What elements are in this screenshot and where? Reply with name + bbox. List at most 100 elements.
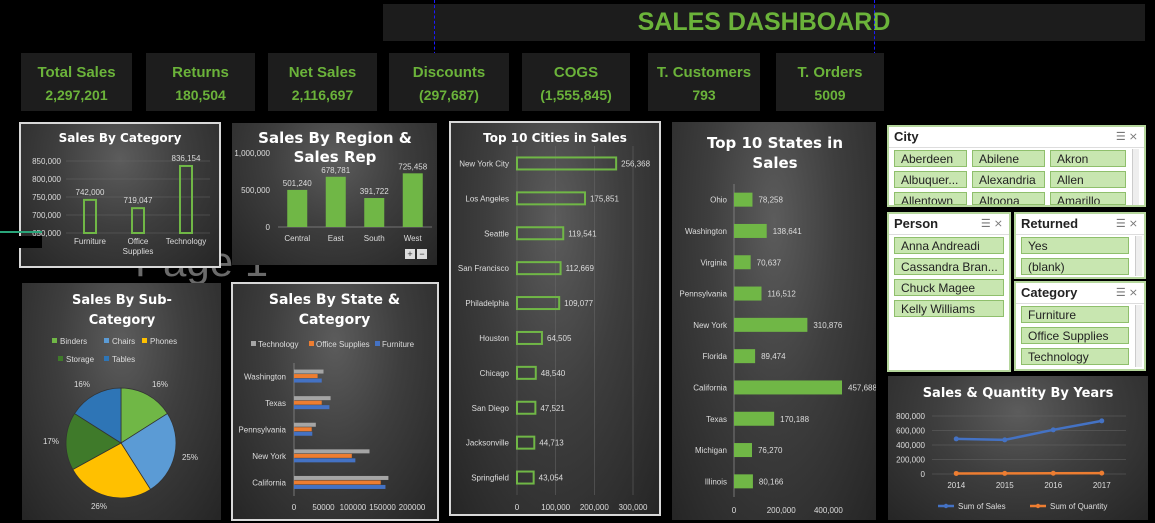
x-tick-label: 2016 bbox=[1044, 481, 1062, 490]
data-label: 70,637 bbox=[757, 258, 782, 267]
person-option[interactable]: Anna Andreadi bbox=[894, 237, 1004, 254]
y-tick-label: 600,000 bbox=[896, 427, 925, 436]
legend-swatch bbox=[104, 338, 109, 343]
data-label: 175,851 bbox=[590, 194, 619, 203]
city-option[interactable]: Akron bbox=[1050, 150, 1126, 167]
multi-select-icon[interactable]: ☰ ⨯ bbox=[1116, 286, 1138, 299]
kpi-customers: T. Customers 793 bbox=[648, 53, 760, 111]
legend-tables: Tables bbox=[112, 355, 135, 364]
returned-option[interactable]: Yes bbox=[1021, 237, 1129, 254]
y-tick-label: Houston bbox=[479, 334, 509, 343]
bar-texas bbox=[734, 411, 775, 426]
x-tick-label: Furniture bbox=[74, 237, 107, 246]
bar-washington-technology bbox=[294, 369, 324, 374]
y-tick-label: Philadelphia bbox=[465, 299, 509, 308]
data-label: 391,722 bbox=[360, 187, 389, 196]
bar-california-office-supplies bbox=[294, 480, 381, 485]
scrollbar[interactable] bbox=[1135, 236, 1142, 276]
x-tick-label: West bbox=[404, 234, 423, 243]
city-option[interactable]: Amarillo bbox=[1050, 192, 1126, 205]
y-tick-label: Virginia bbox=[700, 258, 727, 267]
guide-line-right bbox=[874, 0, 876, 60]
collapse-button[interactable]: − bbox=[417, 249, 427, 259]
city-option[interactable]: Allen bbox=[1050, 171, 1126, 188]
multi-select-icon[interactable]: ☰ ⨯ bbox=[1116, 217, 1138, 230]
y-tick-label: 0 bbox=[266, 223, 271, 232]
city-option[interactable]: Albuquer... bbox=[894, 171, 967, 188]
kpi-label: T. Orders bbox=[797, 64, 863, 81]
data-label: 16% bbox=[74, 380, 90, 389]
returned-option[interactable]: (blank) bbox=[1021, 258, 1129, 275]
kpi-value: 793 bbox=[692, 87, 716, 103]
legend-furniture: Furniture bbox=[382, 340, 415, 349]
x-tick-label: 0 bbox=[732, 506, 737, 515]
y-tick-label: Springfield bbox=[471, 474, 509, 483]
person-slicer[interactable]: Person ☰ ⨯ Anna Andreadi Cassandra Bran.… bbox=[887, 212, 1011, 372]
x-tick-label: 200,000 bbox=[580, 503, 609, 512]
city-option[interactable]: Alexandria bbox=[972, 171, 1045, 188]
bar-furniture bbox=[83, 198, 97, 234]
y-tick-label: New York bbox=[252, 452, 287, 461]
bar-michigan bbox=[734, 443, 752, 458]
point-sum-of-sales bbox=[1050, 427, 1056, 433]
y-tick-label: Texas bbox=[706, 415, 727, 424]
kpi-label: Returns bbox=[172, 64, 229, 81]
y-tick-label: Los Angeles bbox=[465, 194, 509, 203]
person-option[interactable]: Cassandra Bran... bbox=[894, 258, 1004, 275]
bar-springfield bbox=[516, 470, 535, 485]
x-tick-label: 0 bbox=[515, 503, 520, 512]
category-option[interactable]: Office Supplies bbox=[1021, 327, 1129, 344]
sales-by-category-chart: 850,000800,000750,000700,000650,000742,0… bbox=[32, 154, 210, 256]
data-label: 76,270 bbox=[758, 446, 783, 455]
point-sum-of-quantity bbox=[1050, 470, 1056, 476]
slicer-title: City bbox=[889, 127, 1144, 148]
top-cities-chart: 0 100,000 200,000 300,000 256,368 New York Ci… bbox=[458, 146, 651, 512]
data-label: 170,188 bbox=[780, 415, 809, 424]
bar-south bbox=[364, 198, 385, 227]
data-label: 16% bbox=[152, 380, 168, 389]
returned-slicer[interactable]: Returned ☰ ⨯ Yes (blank) bbox=[1014, 212, 1146, 279]
bar-new-york-office-supplies bbox=[294, 453, 352, 458]
multi-select-icon[interactable]: ☰ ⨯ bbox=[981, 217, 1003, 230]
y-tick-label: Michigan bbox=[695, 446, 727, 455]
data-label: 725,458 bbox=[398, 162, 427, 171]
city-option[interactable]: Altoona bbox=[972, 192, 1045, 205]
legend-sum-of-sales: Sum of Sales bbox=[958, 502, 1006, 511]
data-label: 64,505 bbox=[547, 334, 572, 343]
category-option[interactable]: Furniture bbox=[1021, 306, 1129, 323]
kpi-cogs: COGS (1,555,845) bbox=[522, 53, 630, 111]
legend-sum-of-quantity: Sum of Quantity bbox=[1050, 502, 1107, 511]
dark-overlay bbox=[0, 236, 42, 248]
bar-pennsylvania-technology bbox=[294, 422, 316, 427]
person-option[interactable]: Kelly Williams bbox=[894, 300, 1004, 317]
category-option[interactable]: Technology bbox=[1021, 348, 1129, 365]
y-tick-label: 0 bbox=[921, 470, 926, 479]
city-option[interactable]: Aberdeen bbox=[894, 150, 967, 167]
x-tick-label: 2017 bbox=[1093, 481, 1111, 490]
x-tick-label: 300,000 bbox=[619, 503, 648, 512]
kpi-orders: T. Orders 5009 bbox=[776, 53, 884, 111]
kpi-value: 2,297,201 bbox=[45, 87, 108, 103]
expand-button[interactable]: + bbox=[405, 249, 415, 259]
legend-storage: Storage bbox=[66, 355, 95, 364]
city-option[interactable]: Abilene bbox=[972, 150, 1045, 167]
city-slicer[interactable]: City ☰ ⨯ Aberdeen Abilene Akron Albuquer… bbox=[887, 125, 1146, 207]
scrollbar[interactable] bbox=[1132, 149, 1139, 205]
y-tick-label: 750,000 bbox=[32, 193, 61, 202]
category-slicer[interactable]: Category ☰ ⨯ Furniture Office Supplies T… bbox=[1014, 281, 1146, 371]
x-tick-label: 400,000 bbox=[814, 506, 843, 515]
bar-ohio bbox=[734, 192, 753, 207]
point-sum-of-quantity bbox=[1099, 470, 1105, 476]
x-tick-label: 200,000 bbox=[767, 506, 796, 515]
bar-san-diego bbox=[516, 400, 537, 415]
sales-by-subcategory-chart: Binders Chairs Phones Storage Tables 16% 25% 26… bbox=[43, 337, 198, 511]
y-tick-label: 1,000,000 bbox=[234, 149, 270, 158]
city-option[interactable]: Allentown bbox=[894, 192, 967, 205]
scrollbar[interactable] bbox=[1135, 305, 1142, 367]
person-option[interactable]: Chuck Magee bbox=[894, 279, 1004, 296]
y-tick-label: California bbox=[252, 479, 286, 488]
bar-chicago bbox=[516, 365, 537, 380]
data-label: 25% bbox=[182, 453, 198, 462]
multi-select-icon[interactable]: ☰ ⨯ bbox=[1116, 130, 1138, 143]
data-label: 78,258 bbox=[758, 196, 783, 205]
